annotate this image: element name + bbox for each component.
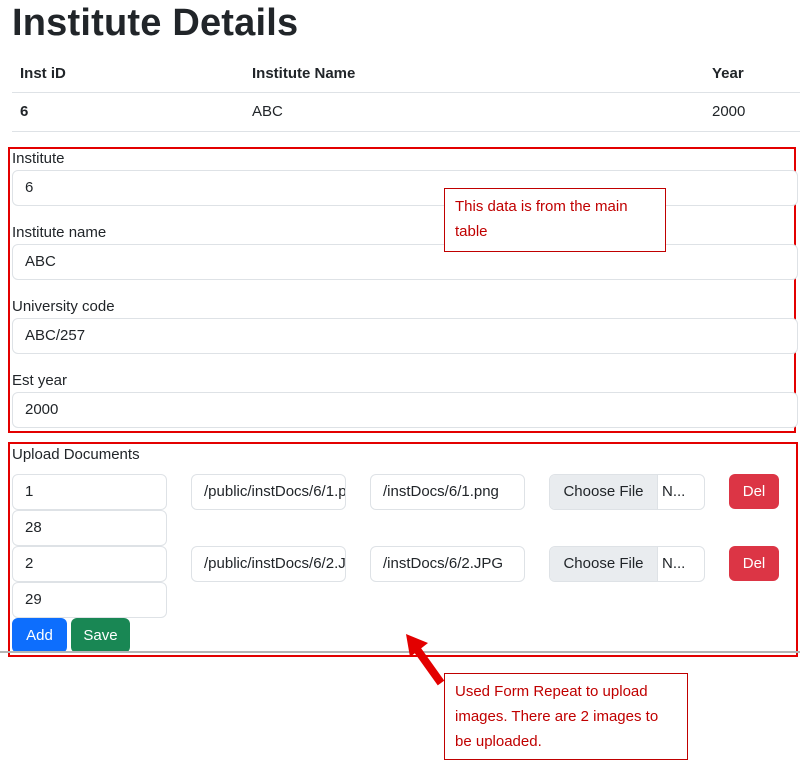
institute-label: Institute (12, 150, 65, 167)
add-button[interactable]: Add (12, 618, 67, 653)
upload-documents-label: Upload Documents (12, 446, 140, 463)
cell-inst-id: 6 (20, 103, 29, 120)
upload-row-1-file-input[interactable]: Choose File N... (549, 474, 705, 510)
university-code-field[interactable]: ABC/257 (12, 318, 798, 354)
file-name-text: N... (662, 555, 686, 572)
col-year: Year (712, 65, 744, 82)
table-row: 6 ABC 2000 (12, 93, 800, 132)
upload-row-2-extra[interactable]: 29 (12, 582, 167, 618)
est-year-field[interactable]: 2000 (12, 392, 798, 428)
upload-row-1-extra[interactable]: 28 (12, 510, 167, 546)
table-header: Inst iD Institute Name Year (12, 56, 800, 93)
cell-institute-name: ABC (252, 103, 283, 120)
upload-row-2-path[interactable]: /public/instDocs/6/2.JPG (191, 546, 346, 582)
choose-file-button[interactable]: Choose File (550, 547, 658, 581)
col-inst-id: Inst iD (20, 65, 66, 82)
save-button[interactable]: Save (71, 618, 130, 653)
upload-row-2-short-path[interactable]: /instDocs/6/2.JPG (370, 546, 525, 582)
upload-row-1-path[interactable]: /public/instDocs/6/1.png (191, 474, 346, 510)
upload-row-2-id[interactable]: 2 (12, 546, 167, 582)
upload-row-2-del-button[interactable]: Del (729, 546, 779, 581)
institute-name-label: Institute name (12, 224, 107, 241)
page-title: Institute Details (12, 2, 299, 44)
upload-row-2-file-input[interactable]: Choose File N... (549, 546, 705, 582)
form-repeat-note: Used Form Repeat to upload images. There… (444, 673, 688, 760)
upload-row-1-short-path[interactable]: /instDocs/6/1.png (370, 474, 525, 510)
file-name-text: N... (662, 483, 686, 500)
university-code-label: University code (12, 298, 115, 315)
institute-name-field[interactable]: ABC (12, 244, 798, 280)
col-institute-name: Institute Name (252, 65, 356, 82)
upload-row-1-id[interactable]: 1 (12, 474, 167, 510)
est-year-label: Est year (12, 372, 68, 389)
choose-file-button[interactable]: Choose File (550, 475, 658, 509)
cell-year: 2000 (712, 103, 746, 120)
institute-field[interactable]: 6 (12, 170, 798, 206)
upload-row-1-del-button[interactable]: Del (729, 474, 779, 509)
main-table-note: This data is from the main table (444, 188, 666, 252)
